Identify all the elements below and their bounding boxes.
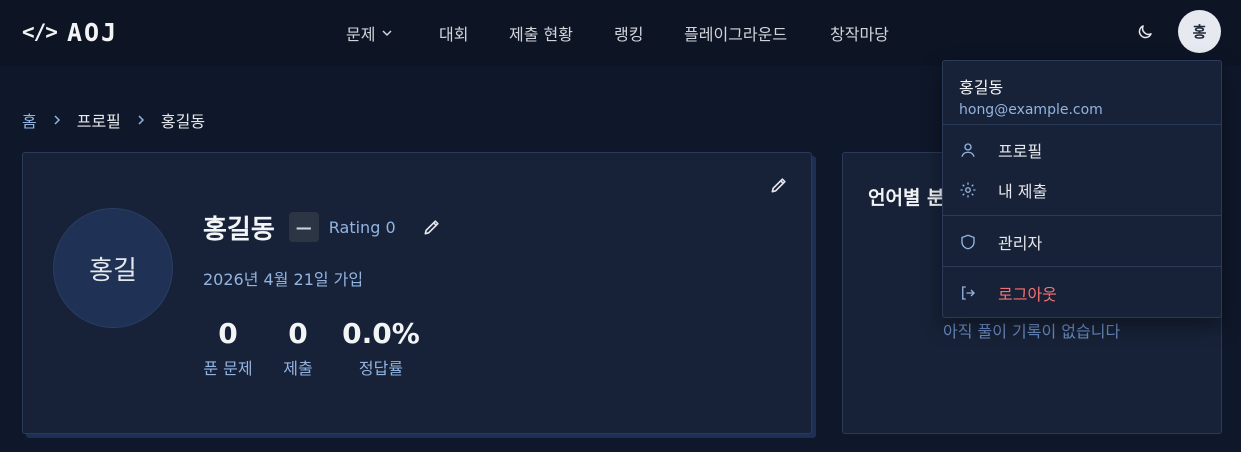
stat-value: 0 [218,317,238,350]
breadcrumb-home[interactable]: 홈 [22,108,37,132]
menu-item-admin[interactable]: 관리자 [943,224,1221,260]
rating-text: Rating 0 [328,217,396,237]
breadcrumb-profile[interactable]: 프로필 [77,108,121,132]
shield-icon [959,233,977,251]
stat-value: 0 [288,317,308,350]
nav-item-label: 문제 [346,25,376,44]
user-avatar-button[interactable]: 홍 [1178,10,1221,53]
empty-state-text: 아직 풀이 기록이 없습니다 [943,322,1121,341]
menu-item-label: 로그아웃 [998,285,1057,304]
edit-name-button[interactable] [422,217,442,237]
menu-item-label: 프로필 [998,142,1043,161]
card-title: 언어별 분 [868,187,945,209]
stat-submissions: 0 제출 [278,317,318,379]
menu-divider [943,266,1221,267]
name-row: 홍길동 — Rating 0 [203,210,442,245]
stat-label: 푼 문제 [203,359,253,378]
menu-user-email: hong@example.com [959,102,1103,118]
menu-item-logout[interactable]: 로그아웃 [943,275,1221,311]
menu-user-name: 홍길동 [959,78,1004,97]
top-navbar: </> AOJ 문제 대회 제출 현황 랭킹 플레이그라운드 창작마당 홍 [0,0,1241,66]
edit-profile-button[interactable] [769,175,791,197]
breadcrumb-current: 홍길동 [160,112,206,131]
stat-accuracy: 0.0% 정답률 [339,317,423,379]
nav-item-label: 창작마당 [830,25,889,44]
breadcrumb: 홈 프로필 홍길동 [22,108,205,132]
chevron-right-icon [51,114,63,126]
gear-icon [959,181,977,199]
avatar: 홍길 [53,208,173,328]
profile-card: 홍길 홍길동 — Rating 0 2026년 4월 21일 가입 0 푼 문제… [22,152,812,434]
chevron-down-icon [382,30,392,37]
nav-item-label: 플레이그라운드 [684,25,788,44]
logout-icon [959,284,977,302]
pencil-icon [771,178,786,193]
nav-item-label: 랭킹 [614,25,644,44]
nav-item-problems[interactable]: 문제 [346,21,393,45]
tier-badge: — [288,212,319,242]
nav-item-label: 제출 현황 [509,25,573,44]
avatar-text: 홍길 [89,255,137,286]
nav-item-playground[interactable]: 플레이그라운드 [684,21,787,45]
stat-solved: 0 푼 문제 [203,317,253,379]
chevron-right-icon [135,114,147,126]
nav-item-creative[interactable]: 창작마당 [830,21,889,45]
moon-icon [1138,25,1152,39]
stat-label: 제출 [283,359,313,378]
menu-item-profile[interactable]: 프로필 [943,132,1221,168]
nav-item-submissions[interactable]: 제출 현황 [509,21,573,45]
nav-item-label: 대회 [439,25,469,44]
menu-item-label: 관리자 [998,234,1043,253]
user-icon [959,141,977,159]
menu-user-info: 홍길동 hong@example.com [959,74,1103,118]
user-name: 홍길동 [203,214,275,245]
menu-item-label: 내 제출 [998,182,1048,201]
pencil-icon [424,220,439,235]
joined-date: 2026년 4월 21일 가입 [203,270,364,289]
user-dropdown-menu: 홍길동 hong@example.com 프로필 내 제출 관리자 로그아웃 [942,60,1222,318]
nav-item-ranking[interactable]: 랭킹 [614,21,643,45]
stat-label: 정답률 [358,359,404,378]
menu-divider [943,215,1221,216]
theme-toggle-button[interactable] [1133,20,1157,44]
menu-divider [943,124,1221,125]
menu-item-my-submissions[interactable]: 내 제출 [943,172,1221,208]
stat-value: 0.0% [342,317,420,350]
avatar-initial: 홍 [1192,23,1207,41]
nav-item-contests[interactable]: 대회 [439,21,468,45]
main-nav: 문제 대회 제출 현황 랭킹 플레이그라운드 창작마당 [0,21,1241,45]
